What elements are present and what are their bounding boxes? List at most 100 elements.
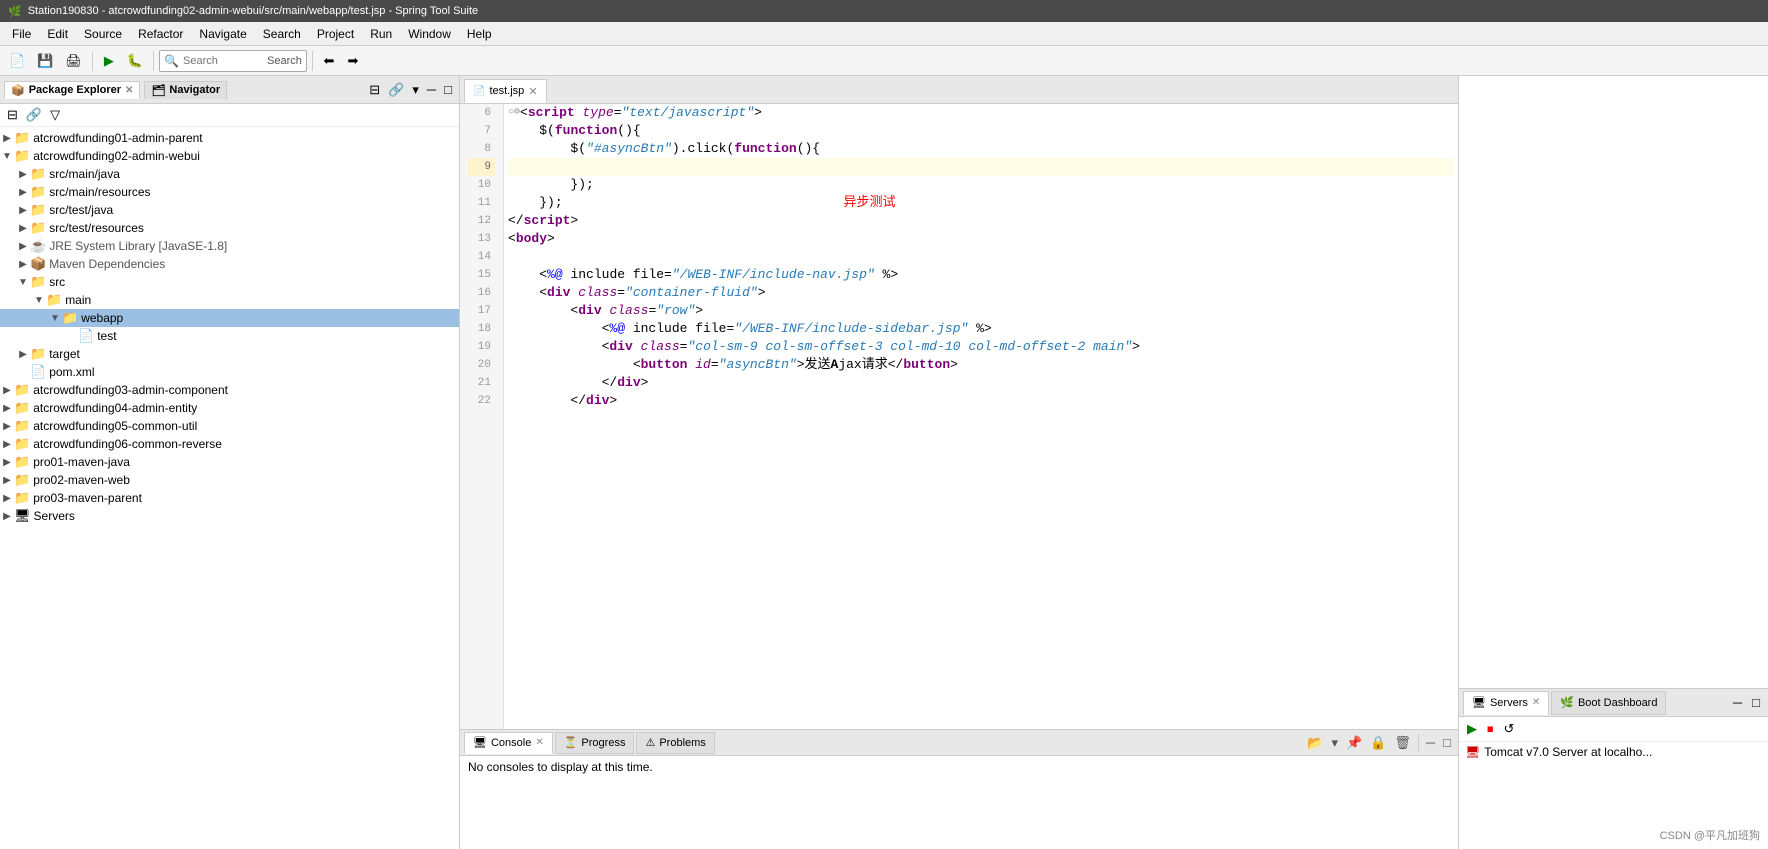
tab-boot-dashboard[interactable]: 🌿 Boot Dashboard: [1551, 691, 1666, 715]
tree-toggle-icon[interactable]: ▶: [16, 349, 30, 360]
tree-item-label: atcrowdfunding02-admin-webui: [33, 149, 200, 163]
tree-item[interactable]: ▶📦Maven Dependencies: [0, 255, 459, 273]
tree-toggle-icon[interactable]: ▶: [16, 223, 30, 234]
code-editor[interactable]: 678910111213141516171819202122 ○⊖<script…: [460, 104, 1458, 729]
tree-item[interactable]: ▶📁target: [0, 345, 459, 363]
tree-toggle-icon[interactable]: ▼: [16, 277, 30, 288]
clear-console-button[interactable]: 🗑: [1391, 734, 1414, 752]
menu-item-navigate[interactable]: Navigate: [191, 25, 254, 43]
server-item-tomcat[interactable]: 🖥 Tomcat v7.0 Server at localho...: [1459, 742, 1768, 762]
tree-item[interactable]: ▶📁src/main/resources: [0, 183, 459, 201]
tree-item[interactable]: ▼📁src: [0, 273, 459, 291]
tree-toggle-icon[interactable]: ▼: [32, 295, 46, 306]
tab-test-jsp[interactable]: 📄 test.jsp ✕: [464, 79, 547, 103]
minimize-left-button[interactable]: ─: [424, 81, 439, 99]
tab-servers[interactable]: 🖥 Servers ✕: [1463, 691, 1549, 715]
tree-item[interactable]: ▶📁atcrowdfunding04-admin-entity: [0, 399, 459, 417]
pin-console-button[interactable]: 📌: [1343, 734, 1365, 752]
scroll-lock-button[interactable]: 🔒: [1367, 734, 1389, 752]
tree-item[interactable]: ▶📁atcrowdfunding06-common-reverse: [0, 435, 459, 453]
open-console-button[interactable]: 📂: [1304, 734, 1326, 752]
menu-item-project[interactable]: Project: [309, 25, 362, 43]
tree-toggle-icon[interactable]: ▶: [16, 187, 30, 198]
tree-toggle-icon[interactable]: ▶: [0, 511, 14, 522]
view-menu-button[interactable]: ▾: [409, 81, 422, 99]
tree-item[interactable]: ▶☕JRE System Library [JavaSE-1.8]: [0, 237, 459, 255]
tree-item[interactable]: ▶📁src/main/java: [0, 165, 459, 183]
tab-package-explorer[interactable]: 📦 Package Explorer ✕: [4, 81, 140, 99]
tree-item-label: pom.xml: [49, 365, 94, 379]
tab-progress[interactable]: ⏳ Progress: [555, 732, 635, 754]
code-content[interactable]: ○⊖<script type="text/javascript"> $(func…: [504, 104, 1458, 729]
navigate-forward-button[interactable]: ➡: [342, 50, 364, 72]
maximize-left-button[interactable]: □: [441, 81, 455, 99]
maximize-console-button[interactable]: □: [1440, 734, 1454, 751]
tree-toggle-icon[interactable]: ▶: [16, 205, 30, 216]
tree-toggle-icon[interactable]: ▼: [48, 313, 62, 324]
menu-item-refactor[interactable]: Refactor: [130, 25, 191, 43]
close-console-icon[interactable]: ✕: [535, 737, 543, 748]
tree-toggle-icon[interactable]: ▶: [0, 457, 14, 468]
close-test-jsp-icon[interactable]: ✕: [528, 85, 537, 98]
save-button[interactable]: 💾: [32, 50, 58, 72]
menu-item-file[interactable]: File: [4, 25, 39, 43]
menu-item-source[interactable]: Source: [76, 25, 130, 43]
debug-button[interactable]: 🐛: [122, 50, 148, 72]
tree-item[interactable]: ▶📁pro03-maven-parent: [0, 489, 459, 507]
tab-navigator[interactable]: 🗂 Navigator: [144, 81, 227, 99]
tab-problems[interactable]: ⚠ Problems: [636, 732, 714, 754]
stop-server-button[interactable]: ⏹: [1483, 719, 1498, 739]
tree-toggle-icon[interactable]: ▼: [0, 151, 14, 162]
tab-console[interactable]: 🖥 Console ✕: [464, 732, 553, 754]
tree-item[interactable]: ▶📁pro01-maven-java: [0, 453, 459, 471]
line-number: 15: [468, 266, 495, 284]
start-server-button[interactable]: ▶: [1463, 719, 1481, 739]
menu-item-search[interactable]: Search: [255, 25, 309, 43]
tree-item[interactable]: ▶📁pro02-maven-web: [0, 471, 459, 489]
print-button[interactable]: 🖨: [60, 50, 87, 72]
tree-item-icon: 📁: [30, 202, 46, 218]
tree-toggle-icon[interactable]: ▶: [0, 421, 14, 432]
tree-toggle-icon[interactable]: ▶: [0, 475, 14, 486]
tree-toggle-icon[interactable]: ▶: [16, 259, 30, 270]
tree-item[interactable]: ▶📁atcrowdfunding03-admin-component: [0, 381, 459, 399]
menu-item-run[interactable]: Run: [362, 25, 400, 43]
tree-item[interactable]: ▼📁atcrowdfunding02-admin-webui: [0, 147, 459, 165]
tree-toggle-icon[interactable]: ▶: [16, 241, 30, 252]
restart-server-button[interactable]: ↺: [1500, 719, 1519, 739]
tree-toggle-icon[interactable]: ▶: [16, 169, 30, 180]
menu-item-help[interactable]: Help: [459, 25, 500, 43]
new-button[interactable]: 📄: [4, 50, 30, 72]
close-servers-icon[interactable]: ✕: [1532, 697, 1540, 708]
display-selected-console-button[interactable]: ▾: [1329, 734, 1342, 752]
tree-item[interactable]: ▼📁webapp: [0, 309, 459, 327]
tree-item[interactable]: ▶📁src/test/java: [0, 201, 459, 219]
menu-item-edit[interactable]: Edit: [39, 25, 76, 43]
filter-button[interactable]: ▽: [47, 106, 63, 124]
maximize-right-button[interactable]: □: [1748, 693, 1764, 712]
link-editor-tree-button[interactable]: 🔗: [23, 106, 45, 124]
tree-item[interactable]: ▼📁main: [0, 291, 459, 309]
code-keyword: div: [578, 302, 601, 320]
tree-item[interactable]: 📄test: [0, 327, 459, 345]
tree-item[interactable]: 📄pom.xml: [0, 363, 459, 381]
collapse-all-button[interactable]: ⊟: [366, 81, 383, 99]
menu-item-window[interactable]: Window: [400, 25, 459, 43]
tree-item[interactable]: ▶📁atcrowdfunding05-common-util: [0, 417, 459, 435]
collapse-all-tree-button[interactable]: ⊟: [4, 106, 21, 124]
close-package-explorer-icon[interactable]: ✕: [125, 85, 133, 96]
tree-toggle-icon[interactable]: ▶: [0, 493, 14, 504]
tree-toggle-icon[interactable]: ▶: [0, 133, 14, 144]
link-editor-button[interactable]: 🔗: [385, 81, 407, 99]
tree-toggle-icon[interactable]: ▶: [0, 385, 14, 396]
tree-toggle-icon[interactable]: ▶: [0, 439, 14, 450]
search-input[interactable]: [183, 55, 263, 67]
run-button[interactable]: ▶: [98, 50, 120, 72]
navigate-back-button[interactable]: ⬅: [318, 50, 340, 72]
tree-toggle-icon[interactable]: ▶: [0, 403, 14, 414]
minimize-console-button[interactable]: ─: [1423, 734, 1438, 751]
tree-item[interactable]: ▶📁src/test/resources: [0, 219, 459, 237]
tree-item[interactable]: ▶🖥Servers: [0, 507, 459, 525]
tree-item[interactable]: ▶📁atcrowdfunding01-admin-parent: [0, 129, 459, 147]
minimize-right-button[interactable]: ─: [1729, 693, 1746, 712]
